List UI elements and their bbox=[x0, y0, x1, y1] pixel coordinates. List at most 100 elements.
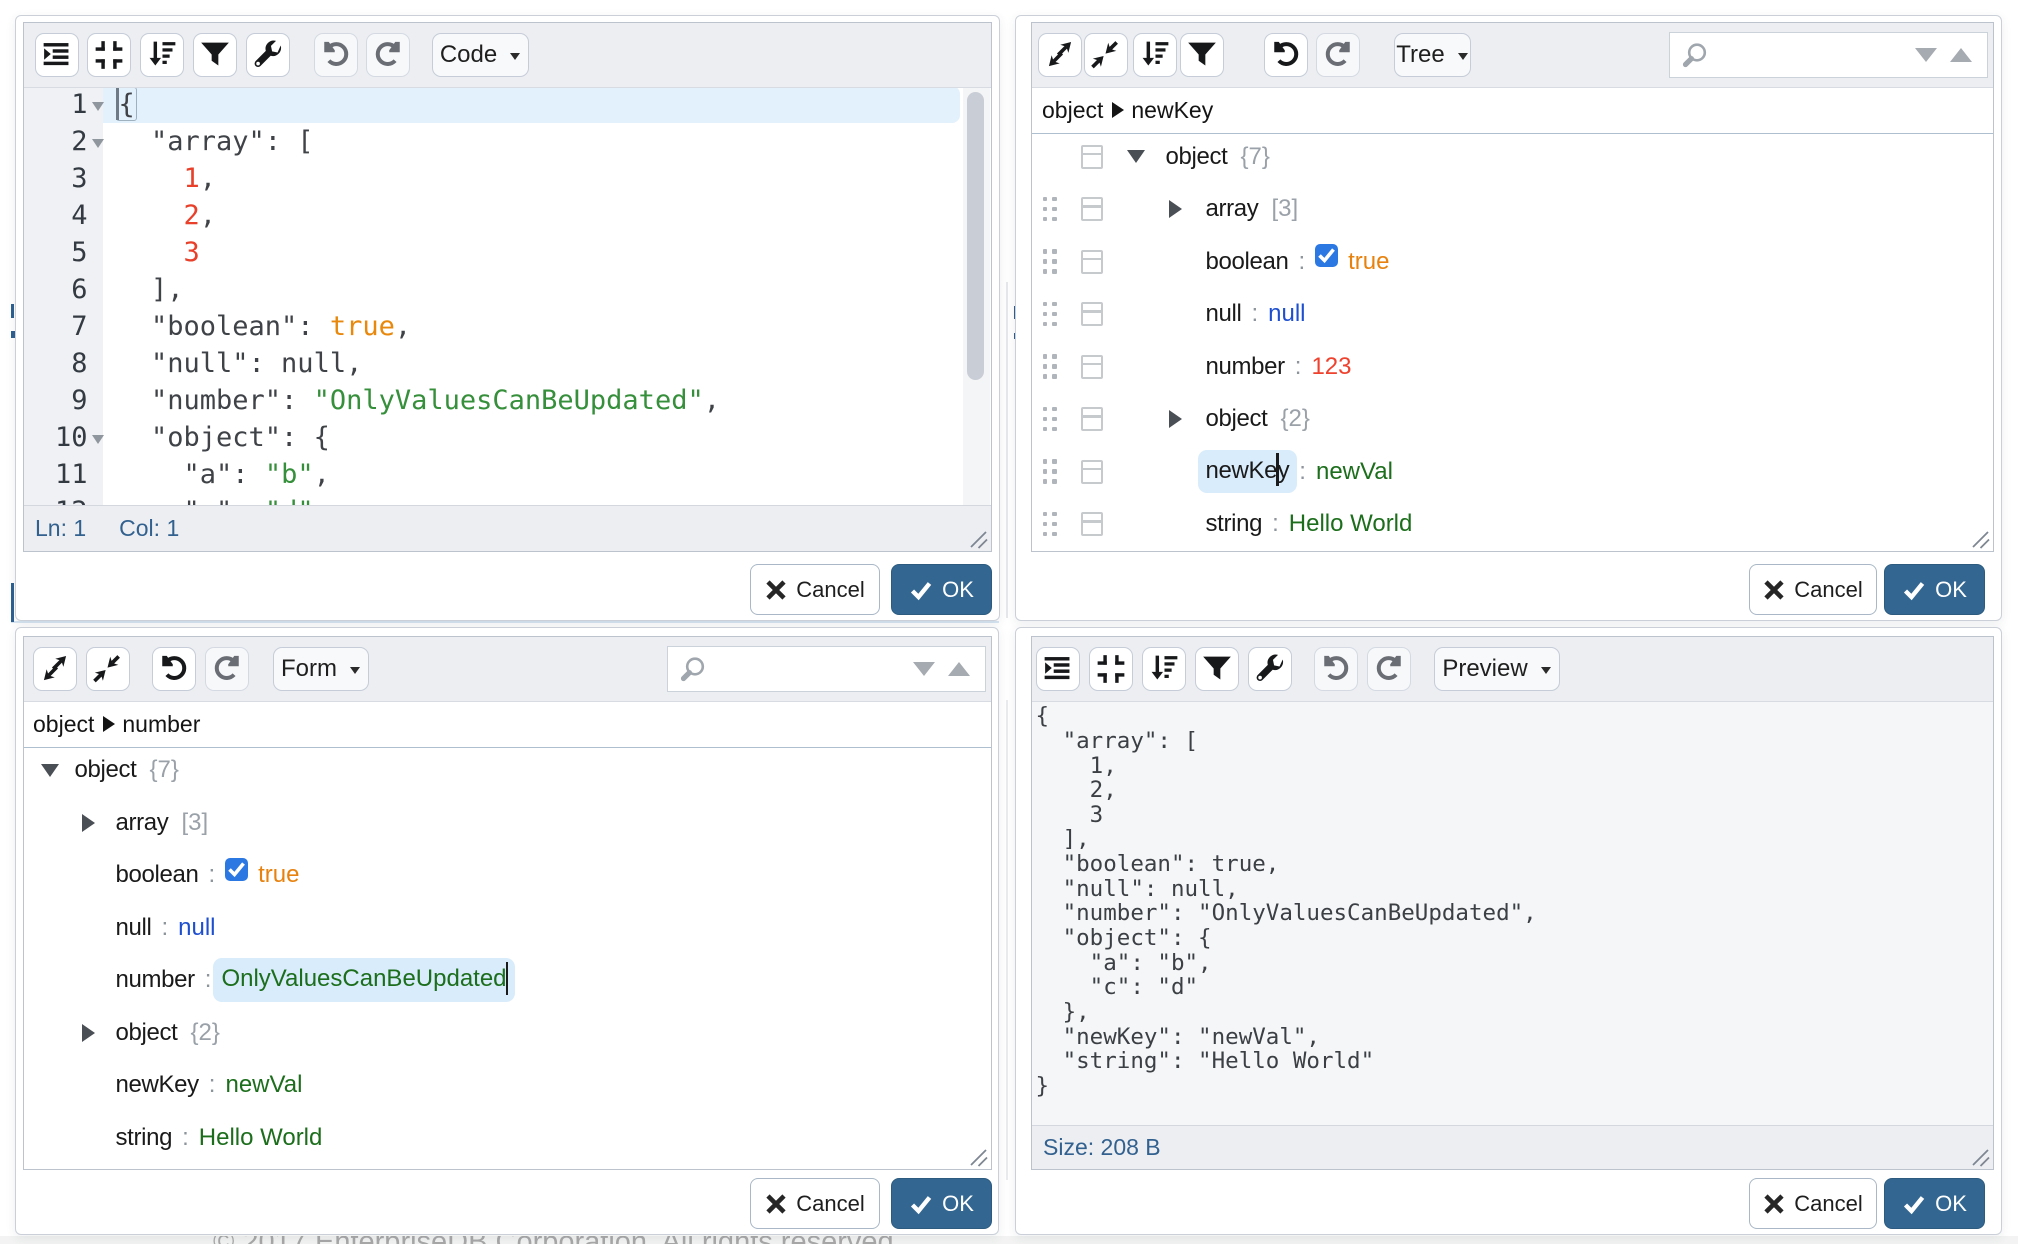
collapse-button[interactable] bbox=[86, 647, 130, 691]
field-name[interactable]: string bbox=[116, 1124, 173, 1152]
ok-button[interactable]: OK bbox=[891, 1178, 992, 1229]
search-input[interactable] bbox=[1718, 37, 1911, 73]
field-value[interactable]: null bbox=[178, 914, 215, 942]
undo-button[interactable] bbox=[1314, 647, 1358, 691]
expand-arrow-icon[interactable] bbox=[82, 1006, 95, 1059]
expand-button[interactable] bbox=[1038, 33, 1082, 77]
search-next-icon[interactable] bbox=[1915, 48, 1937, 62]
ok-button[interactable]: OK bbox=[1884, 564, 1985, 615]
sort-button[interactable] bbox=[1142, 647, 1186, 691]
expand-arrow-icon[interactable] bbox=[82, 796, 95, 849]
mode-select-code[interactable]: Code bbox=[432, 33, 529, 77]
mode-select-tree[interactable]: Tree bbox=[1394, 33, 1471, 77]
field-name[interactable]: object bbox=[1166, 143, 1228, 171]
context-menu-button[interactable] bbox=[1081, 445, 1103, 498]
field-value[interactable]: true bbox=[258, 861, 299, 889]
search-input[interactable] bbox=[716, 651, 909, 687]
fold-arrow-icon[interactable] bbox=[92, 139, 104, 148]
field-name[interactable]: newKey bbox=[116, 1071, 199, 1099]
drag-handle-icon[interactable] bbox=[1043, 393, 1057, 446]
tree-row[interactable]: null:null bbox=[1032, 288, 1991, 341]
tree-row[interactable]: array[3] bbox=[24, 796, 989, 849]
context-menu-button[interactable] bbox=[1081, 288, 1103, 341]
resize-grip-icon[interactable] bbox=[1971, 530, 1991, 550]
mode-select-form[interactable]: Form bbox=[273, 647, 369, 691]
drag-handle-icon[interactable] bbox=[1043, 288, 1057, 341]
field-value[interactable]: true bbox=[1348, 248, 1389, 276]
boolean-checkbox[interactable] bbox=[1315, 244, 1338, 267]
field-name[interactable]: boolean bbox=[116, 861, 199, 889]
cancel-button[interactable]: Cancel bbox=[1749, 564, 1877, 615]
sort-button[interactable] bbox=[1133, 33, 1177, 77]
context-menu-button[interactable] bbox=[1081, 134, 1103, 184]
field-name[interactable]: number bbox=[116, 966, 195, 994]
indent-button[interactable] bbox=[35, 33, 79, 77]
collapse-button[interactable] bbox=[1084, 33, 1128, 77]
filter-button[interactable] bbox=[193, 33, 237, 77]
field-value[interactable]: Hello World bbox=[199, 1124, 323, 1152]
expand-arrow-icon[interactable] bbox=[1169, 393, 1182, 446]
breadcrumb-item[interactable]: number bbox=[122, 711, 200, 738]
boolean-checkbox[interactable] bbox=[225, 858, 248, 881]
cancel-button[interactable]: Cancel bbox=[750, 564, 880, 615]
context-menu-button[interactable] bbox=[1081, 235, 1103, 288]
drag-handle-icon[interactable] bbox=[1043, 340, 1057, 393]
collapse-arrow-icon[interactable] bbox=[1127, 134, 1145, 184]
tree-row[interactable]: number:OnlyValuesCanBeUpdated bbox=[24, 954, 989, 1007]
filter-button[interactable] bbox=[1195, 647, 1239, 691]
field-name[interactable]: object bbox=[75, 756, 137, 784]
context-menu-button[interactable] bbox=[1081, 498, 1103, 551]
redo-button[interactable] bbox=[1316, 33, 1360, 77]
tree-row[interactable]: newKey:newVal bbox=[24, 1059, 989, 1112]
resize-grip-icon[interactable] bbox=[969, 1148, 989, 1168]
compact-button[interactable] bbox=[1089, 647, 1133, 691]
search-previous-icon[interactable] bbox=[948, 662, 970, 676]
drag-handle-icon[interactable] bbox=[1043, 183, 1057, 236]
field-name[interactable]: object bbox=[1206, 405, 1268, 433]
field-value[interactable]: OnlyValuesCanBeUpdated bbox=[213, 958, 515, 1001]
tree-row[interactable]: object{7} bbox=[1032, 134, 1991, 184]
cancel-button[interactable]: Cancel bbox=[1749, 1178, 1877, 1229]
expand-button[interactable] bbox=[33, 647, 77, 691]
undo-button[interactable] bbox=[314, 33, 358, 77]
resize-grip-icon[interactable] bbox=[969, 530, 989, 550]
compact-button[interactable] bbox=[87, 33, 131, 77]
redo-button[interactable] bbox=[366, 33, 410, 77]
field-name[interactable]: boolean bbox=[1206, 248, 1289, 276]
field-name[interactable]: object bbox=[116, 1019, 178, 1047]
sort-button[interactable] bbox=[140, 33, 184, 77]
filter-button[interactable] bbox=[1180, 33, 1224, 77]
redo-button[interactable] bbox=[1367, 647, 1411, 691]
field-value[interactable]: Hello World bbox=[1289, 510, 1413, 538]
context-menu-button[interactable] bbox=[1081, 183, 1103, 236]
tree-row[interactable]: array[3] bbox=[1032, 183, 1991, 236]
ok-button[interactable]: OK bbox=[1884, 1178, 1985, 1229]
search-previous-icon[interactable] bbox=[1950, 48, 1972, 62]
breadcrumb-item[interactable]: newKey bbox=[1131, 97, 1213, 124]
tree-row[interactable]: number:123 bbox=[1032, 340, 1991, 393]
undo-button[interactable] bbox=[152, 647, 196, 691]
breadcrumb-item[interactable]: object bbox=[33, 711, 94, 738]
field-name[interactable]: number bbox=[1206, 353, 1285, 381]
tree-row[interactable]: null:null bbox=[24, 901, 989, 954]
drag-handle-icon[interactable] bbox=[1043, 445, 1057, 498]
drag-handle-icon[interactable] bbox=[1043, 498, 1057, 551]
context-menu-button[interactable] bbox=[1081, 393, 1103, 446]
tree-row[interactable]: newKey:newVal bbox=[1032, 445, 1991, 498]
breadcrumb-item[interactable]: object bbox=[1042, 97, 1103, 124]
field-value[interactable]: newVal bbox=[1316, 458, 1393, 486]
drag-handle-icon[interactable] bbox=[1043, 235, 1057, 288]
ok-button[interactable]: OK bbox=[891, 564, 992, 615]
tree-row[interactable]: boolean:true bbox=[24, 849, 989, 902]
field-name[interactable]: newKey bbox=[1198, 450, 1298, 493]
redo-button[interactable] bbox=[205, 647, 249, 691]
field-value[interactable]: null bbox=[1268, 300, 1305, 328]
tree-row[interactable]: object{2} bbox=[24, 1006, 989, 1059]
scrollbar-thumb[interactable] bbox=[967, 92, 984, 380]
indent-button[interactable] bbox=[1036, 647, 1080, 691]
json-preview[interactable]: { "array": [ 1, 2, 3 ], "boolean": true,… bbox=[1032, 702, 1993, 1125]
tree-row[interactable]: boolean:true bbox=[1032, 235, 1991, 288]
wrench-button[interactable] bbox=[246, 33, 290, 77]
tree-row[interactable]: object{7} bbox=[24, 748, 989, 797]
fold-arrow-icon[interactable] bbox=[92, 435, 104, 444]
